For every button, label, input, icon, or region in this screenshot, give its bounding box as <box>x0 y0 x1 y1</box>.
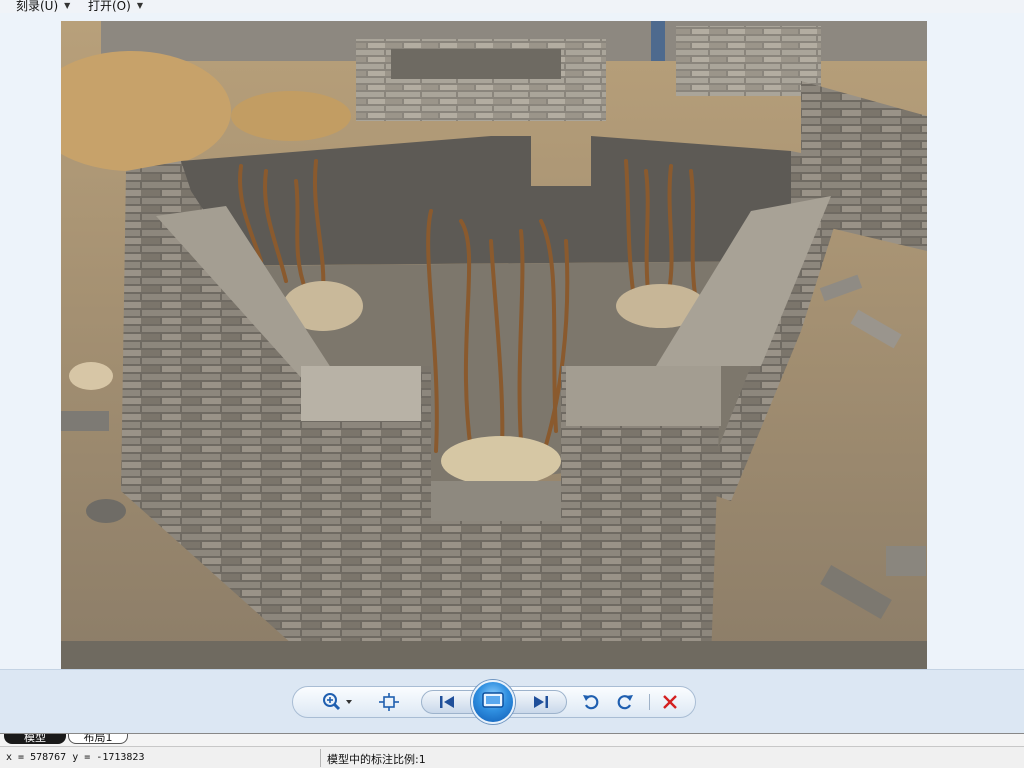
next-button[interactable] <box>530 691 552 713</box>
delete-icon <box>662 694 678 710</box>
fit-window-icon <box>379 693 399 711</box>
rotate-left-icon <box>582 693 600 711</box>
image-viewer <box>0 13 1024 669</box>
coordinate-readout: x = 578767 y = -1713823 <box>6 752 145 763</box>
menu-open-label: 打开(O) <box>88 0 131 13</box>
menu-open[interactable]: 打开(O) ▼ <box>88 0 143 13</box>
next-icon <box>533 695 549 709</box>
slideshow-icon <box>482 691 504 713</box>
previous-button[interactable] <box>436 691 458 713</box>
zoom-button[interactable] <box>318 691 358 713</box>
rotate-right-icon <box>616 693 634 711</box>
fit-window-button[interactable] <box>378 691 400 713</box>
chevron-down-icon: ▼ <box>136 0 143 10</box>
status-bar: x = 578767 y = -1713823 模型中的标注比例:1 <box>0 746 1024 768</box>
menu-bar: 刻录(U) ▼ 打开(O) ▼ <box>0 0 1024 13</box>
zoom-icon <box>321 692 355 712</box>
annotation-scale-label: 模型中的标注比例:1 <box>327 753 426 766</box>
viewer-toolbar <box>0 669 1024 733</box>
layout-tabs: 模型 布局1 <box>0 733 1024 746</box>
menu-burn-label: 刻录(U) <box>16 0 59 13</box>
chevron-down-icon: ▼ <box>64 0 71 10</box>
rotate-left-button[interactable] <box>580 691 602 713</box>
toolbar-divider <box>649 694 650 710</box>
rotate-right-button[interactable] <box>614 691 636 713</box>
status-separator <box>320 749 321 767</box>
delete-button[interactable] <box>659 691 681 713</box>
slideshow-button[interactable] <box>471 680 515 724</box>
menu-burn[interactable]: 刻录(U) ▼ <box>16 0 70 13</box>
construction-photo <box>61 21 927 669</box>
previous-icon <box>439 695 455 709</box>
tab-layout1[interactable]: 布局1 <box>68 734 128 744</box>
tab-model[interactable]: 模型 <box>4 734 66 744</box>
